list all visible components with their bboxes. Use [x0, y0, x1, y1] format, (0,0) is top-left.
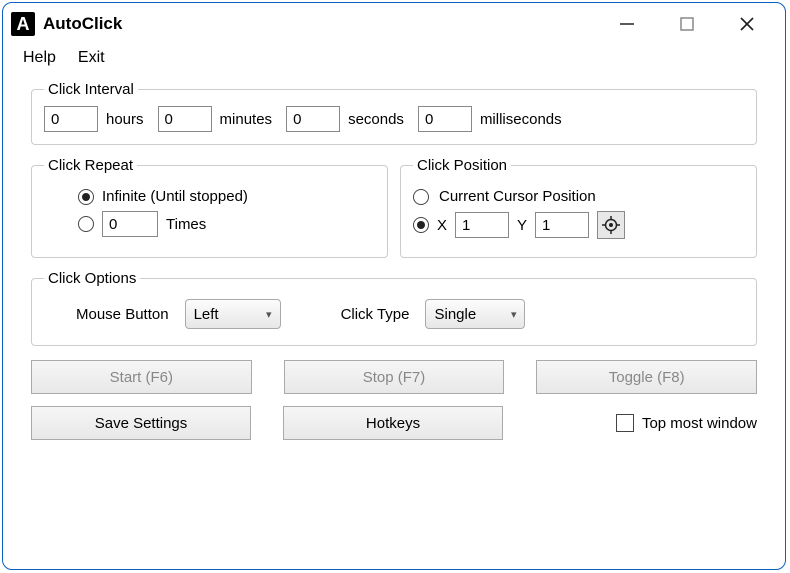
position-x-label: X [437, 217, 447, 234]
save-settings-button[interactable]: Save Settings [31, 406, 251, 440]
position-xy-radio[interactable] [413, 217, 429, 233]
click-options-legend: Click Options [44, 270, 140, 287]
position-y-input[interactable] [535, 212, 589, 238]
hours-label: hours [106, 111, 144, 128]
position-cursor-radio[interactable] [413, 189, 429, 205]
minimize-button[interactable] [607, 9, 647, 39]
app-title: AutoClick [43, 14, 599, 34]
mouse-button-label: Mouse Button [76, 306, 169, 323]
click-type-value: Single [434, 306, 476, 323]
hotkeys-button[interactable]: Hotkeys [283, 406, 503, 440]
toggle-button[interactable]: Toggle (F8) [536, 360, 757, 394]
click-type-label: Click Type [341, 306, 410, 323]
click-interval-group: Click Interval hours minutes seconds mil… [31, 81, 757, 145]
repeat-infinite-label: Infinite (Until stopped) [102, 188, 248, 205]
click-position-legend: Click Position [413, 157, 511, 174]
content-area: Click Interval hours minutes seconds mil… [3, 77, 785, 452]
pick-location-button[interactable] [597, 211, 625, 239]
repeat-infinite-radio[interactable] [78, 189, 94, 205]
milliseconds-label: milliseconds [480, 111, 562, 128]
seconds-label: seconds [348, 111, 404, 128]
titlebar: A AutoClick [3, 3, 785, 45]
minutes-label: minutes [220, 111, 273, 128]
minutes-input[interactable] [158, 106, 212, 132]
position-y-label: Y [517, 217, 527, 234]
seconds-input[interactable] [286, 106, 340, 132]
repeat-times-radio[interactable] [78, 216, 94, 232]
topmost-label: Top most window [642, 415, 757, 432]
position-cursor-label: Current Cursor Position [439, 188, 596, 205]
click-position-group: Click Position Current Cursor Position X… [400, 157, 757, 258]
stop-button[interactable]: Stop (F7) [284, 360, 505, 394]
menu-help[interactable]: Help [23, 49, 56, 67]
position-x-input[interactable] [455, 212, 509, 238]
click-interval-legend: Click Interval [44, 81, 138, 98]
click-repeat-legend: Click Repeat [44, 157, 137, 174]
mouse-button-value: Left [194, 306, 219, 323]
window-controls [607, 9, 767, 39]
click-options-group: Click Options Mouse Button Left ▾ Click … [31, 270, 757, 346]
chevron-down-icon: ▾ [511, 308, 517, 321]
close-button[interactable] [727, 9, 767, 39]
click-repeat-group: Click Repeat Infinite (Until stopped) Ti… [31, 157, 388, 258]
milliseconds-input[interactable] [418, 106, 472, 132]
crosshair-icon [602, 216, 620, 234]
click-type-select[interactable]: Single ▾ [425, 299, 525, 329]
menubar: Help Exit [3, 45, 785, 77]
repeat-times-label: Times [166, 216, 206, 233]
menu-exit[interactable]: Exit [78, 49, 105, 67]
topmost-checkbox[interactable] [616, 414, 634, 432]
maximize-button[interactable] [667, 9, 707, 39]
app-icon: A [11, 12, 35, 36]
app-window: A AutoClick Help Exit Click Interval hou… [2, 2, 786, 570]
mouse-button-select[interactable]: Left ▾ [185, 299, 281, 329]
hours-input[interactable] [44, 106, 98, 132]
start-button[interactable]: Start (F6) [31, 360, 252, 394]
repeat-times-input[interactable] [102, 211, 158, 237]
chevron-down-icon: ▾ [266, 308, 272, 321]
